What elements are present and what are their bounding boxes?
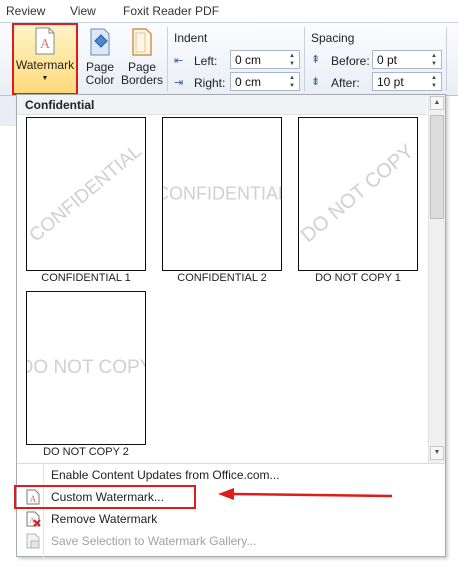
tab-review[interactable]: Review <box>6 4 45 18</box>
spacing-before-label: Before: <box>331 54 370 68</box>
watermark-preview-text: DO NOT COPY <box>298 140 418 247</box>
menu-item-label: Save Selection to Watermark Gallery... <box>51 534 257 548</box>
gallery-item-caption: DO NOT COPY 2 <box>43 446 129 458</box>
scroll-up-icon[interactable]: ▲ <box>430 96 444 110</box>
watermark-icon: A <box>35 27 55 55</box>
indent-right-icon: ⇥ <box>174 77 184 89</box>
menu-item-enable-content-updates[interactable]: Enable Content Updates from Office.com..… <box>17 464 445 486</box>
spacing-before-value: 0 pt <box>377 53 398 67</box>
scroll-thumb[interactable] <box>430 115 444 219</box>
indent-right-value: 0 cm <box>235 75 262 89</box>
spin-arrows-icon[interactable]: ▲ ▼ <box>431 74 439 90</box>
tab-foxit-reader-pdf[interactable]: Foxit Reader PDF <box>123 4 219 18</box>
group-divider <box>167 27 168 91</box>
spin-arrows-icon[interactable]: ▲ ▼ <box>431 52 439 68</box>
indent-left-input[interactable]: 0 cm ▲ ▼ <box>230 50 300 69</box>
save-selection-icon <box>26 533 40 549</box>
spacing-after-input[interactable]: 10 pt ▲ ▼ <box>372 72 442 91</box>
gallery-section-title: Confidential <box>17 95 427 115</box>
group-divider <box>304 27 305 91</box>
gallery-item-confidential-1[interactable]: CONFIDENTIAL <box>26 117 146 271</box>
indent-right-label: Right: <box>194 76 226 90</box>
spacing-group-title: Spacing <box>311 31 355 45</box>
page-color-button[interactable]: Page Color ▼ <box>82 25 118 104</box>
menu-item-save-selection: Save Selection to Watermark Gallery... <box>17 530 445 552</box>
indent-group-title: Indent <box>174 31 208 45</box>
indent-left-icon: ⇤ <box>174 55 184 67</box>
gallery-item-do-not-copy-1[interactable]: DO NOT COPY <box>298 117 418 271</box>
watermark-preview-text: CONFIDENTIAL <box>26 140 146 247</box>
tab-view[interactable]: View <box>70 4 96 18</box>
scroll-down-icon[interactable]: ▼ <box>430 446 444 460</box>
ribbon-panel: A Watermark ▼ Page Color ▼ Page Borders … <box>0 22 458 101</box>
page-borders-button[interactable]: Page Borders <box>120 25 164 87</box>
watermark-preview-text: CONFIDENTIAL <box>162 183 282 204</box>
chevron-down-icon: ▼ <box>41 75 49 82</box>
svg-text:A: A <box>40 37 51 52</box>
ribbon-tab-bar: Review View Foxit Reader PDF <box>0 0 458 22</box>
gallery-item-caption: CONFIDENTIAL 1 <box>41 272 131 284</box>
gallery-item-confidential-2[interactable]: CONFIDENTIAL <box>162 117 282 271</box>
remove-watermark-icon: A <box>26 511 41 527</box>
page-color-icon <box>90 28 110 56</box>
gallery-item-caption: CONFIDENTIAL 2 <box>177 272 267 284</box>
page-borders-label-2: Borders <box>120 73 164 87</box>
spacing-after-value: 10 pt <box>377 75 404 89</box>
watermark-label: Watermark <box>15 58 75 72</box>
menu-item-label: Remove Watermark <box>51 512 158 526</box>
watermark-preview-text: DO NOT COPY <box>26 357 146 378</box>
spacing-before-icon: ⇞ <box>311 54 321 66</box>
indent-left-label: Left: <box>194 54 218 68</box>
document-margin <box>0 96 16 126</box>
watermark-button[interactable]: A Watermark ▼ <box>12 23 78 95</box>
gallery-item-do-not-copy-2[interactable]: DO NOT COPY <box>26 291 146 445</box>
gallery-item-caption: DO NOT COPY 1 <box>315 272 401 284</box>
spacing-before-input[interactable]: 0 pt ▲ ▼ <box>372 50 442 69</box>
page-borders-icon <box>132 28 152 56</box>
gallery-scrollbar[interactable]: ▲ ▼ <box>428 95 445 463</box>
spacing-after-label: After: <box>331 76 360 90</box>
spin-arrows-icon[interactable]: ▲ ▼ <box>289 52 297 68</box>
indent-left-value: 0 cm <box>235 53 262 67</box>
annotation-highlight-box <box>14 485 196 509</box>
spacing-after-icon: ⇟ <box>311 76 321 88</box>
watermark-menu: Enable Content Updates from Office.com..… <box>17 463 445 558</box>
group-divider <box>446 27 447 91</box>
menu-item-label: Enable Content Updates from Office.com..… <box>51 468 280 482</box>
spin-arrows-icon[interactable]: ▲ ▼ <box>289 74 297 90</box>
indent-right-input[interactable]: 0 cm ▲ ▼ <box>230 72 300 91</box>
menu-item-remove-watermark[interactable]: A Remove Watermark <box>17 508 445 530</box>
